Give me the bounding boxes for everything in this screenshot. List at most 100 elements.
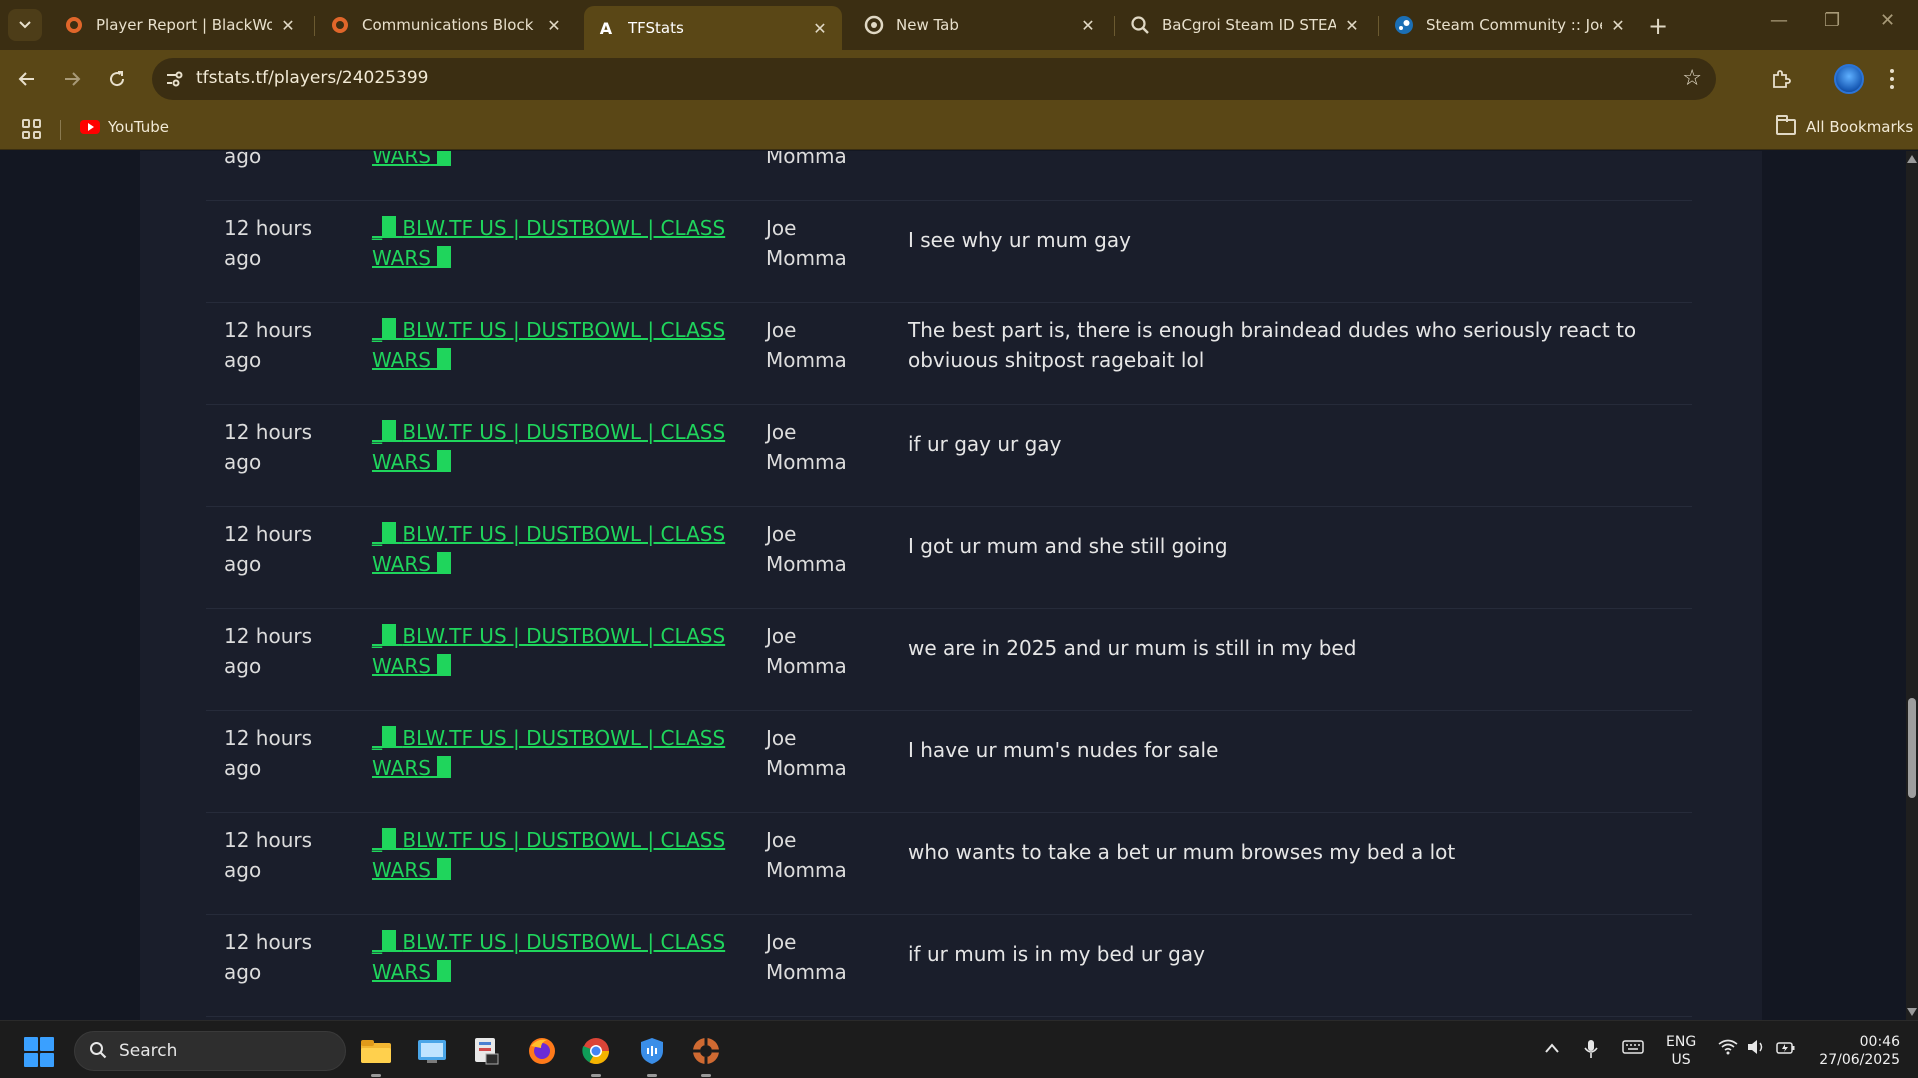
bookmarks-separator xyxy=(60,120,61,140)
server-link[interactable]: _ BLW.TF US | DUSTBOWL | CLASSWARS xyxy=(372,151,732,171)
steam-icon xyxy=(1394,15,1414,35)
server-name-part: WARS xyxy=(372,654,431,678)
folder-icon xyxy=(1776,115,1796,135)
close-icon[interactable]: ✕ xyxy=(1342,16,1362,35)
server-link[interactable]: _ BLW.TF US | DUSTBOWL | CLASSWARS xyxy=(372,417,732,477)
chevron-up-icon[interactable] xyxy=(1544,1039,1560,1058)
close-icon[interactable]: ✕ xyxy=(810,19,830,38)
arrow-right-icon xyxy=(65,72,81,86)
back-button[interactable] xyxy=(12,64,42,94)
server-name-part: BLW.TF US | DUSTBOWL | CLASS xyxy=(402,930,726,954)
tab-tfstats[interactable]: A TFStats ✕ xyxy=(584,6,842,50)
chat-time: 12 hours ago xyxy=(224,522,313,576)
apps-grid-icon[interactable] xyxy=(22,119,42,139)
site-settings-icon[interactable] xyxy=(162,67,186,91)
all-bookmarks-button[interactable]: All Bookmarks xyxy=(1776,115,1914,136)
tab-search-button[interactable] xyxy=(8,9,42,41)
server-name-part: WARS xyxy=(372,552,431,576)
chat-log-table: 12 hours ago _ BLW.TF US | DUSTBOWL | CLA… xyxy=(206,151,1692,1017)
new-tab-button[interactable]: + xyxy=(1648,12,1668,40)
close-window-button[interactable]: ✕ xyxy=(1880,10,1895,31)
server-name-block-glyph xyxy=(382,216,396,238)
chat-time: 12 hours ago xyxy=(224,151,262,168)
table-row: 12 hours ago_ BLW.TF US | DUSTBOWL | CLA… xyxy=(206,813,1692,915)
server-name-block-glyph xyxy=(382,624,396,646)
page-scrollbar[interactable] xyxy=(1906,151,1918,1020)
clock-time: 00:46 xyxy=(1859,1034,1900,1050)
tab-title: New Tab xyxy=(896,16,959,34)
tab-separator xyxy=(1378,16,1379,36)
language-indicator[interactable]: ENG US xyxy=(1666,1033,1696,1069)
chat-player-name: Joe Momma xyxy=(766,930,847,984)
close-icon[interactable]: ✕ xyxy=(278,16,298,35)
tab-strip: Player Report | BlackWonde ✕ Communicati… xyxy=(0,0,1918,50)
windows-start-icon[interactable] xyxy=(24,1037,54,1067)
chat-player-name: Joe Momma xyxy=(766,624,847,678)
server-name-part: BLW.TF US | DUSTBOWL | CLASS xyxy=(402,522,726,546)
close-icon[interactable]: ✕ xyxy=(544,16,564,35)
clock-date: 27/06/2025 xyxy=(1819,1052,1900,1068)
chat-player-name: Joe Momma xyxy=(766,522,847,576)
wifi-icon[interactable] xyxy=(1718,1039,1738,1059)
chrome-icon xyxy=(864,15,884,35)
minimize-button[interactable]: — xyxy=(1770,10,1788,31)
tab-steam-id-search[interactable]: BaCgroi Steam ID STEAM_( ✕ xyxy=(1118,6,1374,44)
control-panel-icon[interactable] xyxy=(414,1033,450,1069)
tab-communications-block-list[interactable]: Communications Block List ✕ xyxy=(318,6,576,44)
snipping-tool-icon[interactable] xyxy=(468,1033,504,1069)
tf2-icon[interactable] xyxy=(688,1033,724,1077)
server-name-part: WARS xyxy=(372,858,431,882)
page-viewport: 12 hours ago _ BLW.TF US | DUSTBOWL | CLA… xyxy=(0,151,1906,1020)
all-bookmarks-label: All Bookmarks xyxy=(1806,118,1914,136)
close-icon[interactable]: ✕ xyxy=(1608,16,1628,35)
restore-button[interactable]: ❐ xyxy=(1824,10,1840,31)
server-link[interactable]: _ BLW.TF US | DUSTBOWL | CLASSWARS xyxy=(372,927,732,987)
server-link[interactable]: _ BLW.TF US | DUSTBOWL | CLASSWARS xyxy=(372,723,732,783)
bookmark-youtube[interactable]: YouTube xyxy=(80,118,169,136)
chat-player-name: Joe Momma xyxy=(766,420,847,474)
chat-player-name: Joe Momma xyxy=(766,726,847,780)
arrow-left-icon xyxy=(18,72,34,86)
tab-title: TFStats xyxy=(628,19,684,37)
server-link[interactable]: _ BLW.TF US | DUSTBOWL | CLASSWARS xyxy=(372,825,732,885)
tab-new-tab[interactable]: New Tab ✕ xyxy=(852,6,1110,44)
server-name-part: BLW.TF US | DUSTBOWL | CLASS xyxy=(402,318,726,342)
firefox-icon[interactable] xyxy=(524,1033,560,1069)
browser-menu-button[interactable] xyxy=(1882,64,1902,94)
battery-icon[interactable] xyxy=(1776,1039,1796,1059)
keyboard-icon[interactable] xyxy=(1622,1039,1644,1059)
chat-time: 12 hours ago xyxy=(224,624,313,678)
chrome-icon[interactable] xyxy=(578,1033,614,1077)
windows-taskbar: Search ENG US 00:46 27/06/2025 xyxy=(0,1020,1918,1078)
address-bar[interactable]: tfstats.tf/players/24025399 ☆ xyxy=(152,58,1716,100)
vpn-shield-icon[interactable] xyxy=(634,1033,670,1077)
reload-button[interactable] xyxy=(102,64,132,94)
scroll-up-arrow-icon[interactable] xyxy=(1907,155,1917,163)
file-explorer-icon[interactable] xyxy=(358,1033,394,1077)
bookmark-star-icon[interactable]: ☆ xyxy=(1682,66,1702,91)
tab-steam-community[interactable]: Steam Community :: Joe M ✕ xyxy=(1382,6,1640,44)
forward-button[interactable] xyxy=(57,64,87,94)
server-link[interactable]: _ BLW.TF US | DUSTBOWL | CLASSWARS xyxy=(372,519,732,579)
server-link[interactable]: _ BLW.TF US | DUSTBOWL | CLASSWARS xyxy=(372,213,732,273)
volume-icon[interactable] xyxy=(1746,1039,1766,1059)
microphone-icon[interactable] xyxy=(1584,1039,1598,1063)
close-icon[interactable]: ✕ xyxy=(1078,16,1098,35)
profile-avatar[interactable] xyxy=(1834,64,1864,94)
table-row: 12 hours ago_ BLW.TF US | DUSTBOWL | CLA… xyxy=(206,915,1692,1017)
server-link[interactable]: _ BLW.TF US | DUSTBOWL | CLASSWARS xyxy=(372,315,732,375)
scroll-down-arrow-icon[interactable] xyxy=(1907,1008,1917,1016)
server-name-block-glyph xyxy=(382,726,396,748)
server-link[interactable]: _ BLW.TF US | DUSTBOWL | CLASSWARS xyxy=(372,621,732,681)
table-row: 12 hours ago_ BLW.TF US | DUSTBOWL | CLA… xyxy=(206,711,1692,813)
extensions-icon[interactable] xyxy=(1766,64,1796,94)
youtube-icon xyxy=(80,120,100,134)
taskbar-search[interactable]: Search xyxy=(74,1031,346,1071)
server-name-block-glyph xyxy=(437,960,452,982)
tab-player-report[interactable]: Player Report | BlackWonde ✕ xyxy=(52,6,310,44)
table-row: 12 hours ago_ BLW.TF US | DUSTBOWL | CLA… xyxy=(206,609,1692,711)
server-name-part: BLW.TF US | DUSTBOWL | CLASS xyxy=(402,624,726,648)
tab-title: BaCgroi Steam ID STEAM_( xyxy=(1162,16,1336,34)
scrollbar-thumb[interactable] xyxy=(1908,698,1916,798)
system-clock[interactable]: 00:46 27/06/2025 xyxy=(1818,1033,1900,1069)
